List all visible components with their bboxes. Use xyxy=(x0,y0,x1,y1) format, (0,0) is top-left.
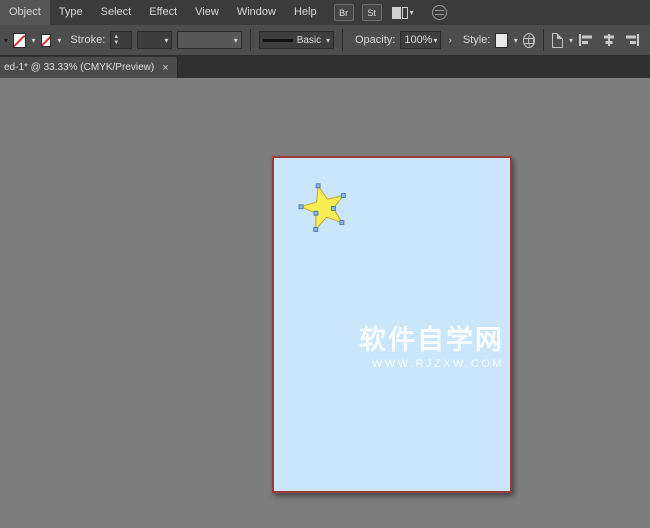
style-chevron-icon[interactable]: ▾ xyxy=(514,36,518,45)
chevron-down-icon: ▾ xyxy=(234,36,238,45)
close-icon[interactable]: × xyxy=(162,62,168,74)
opacity-dropdown[interactable]: 100% ▾ xyxy=(400,31,441,49)
panel-menu-arrow-icon[interactable]: ▾ xyxy=(4,36,8,45)
globe-icon[interactable] xyxy=(523,33,535,48)
control-bar: ▾ ▾ ▾ Stroke: ▲ ▼ ▾ ▾ Basic ▾ Opacity: 1… xyxy=(0,25,650,56)
stroke-label: Stroke: xyxy=(70,34,105,46)
document-setup-icon[interactable] xyxy=(552,33,563,48)
opacity-panel-arrow[interactable]: › xyxy=(446,35,453,46)
chevron-down-icon: ▾ xyxy=(410,9,414,17)
divider xyxy=(342,29,343,51)
align-left-icon[interactable] xyxy=(578,33,594,47)
watermark-url: WWW.RJZXW.COM xyxy=(359,358,504,370)
fill-chevron-icon[interactable]: ▾ xyxy=(32,36,36,45)
watermark: 软件自学网 WWW.RJZXW.COM xyxy=(359,326,504,370)
stroke-weight-stepper[interactable]: ▲ ▼ xyxy=(110,31,132,49)
document-chevron-icon[interactable]: ▾ xyxy=(569,36,573,45)
align-buttons xyxy=(578,33,646,47)
stroke-chevron-icon[interactable]: ▾ xyxy=(57,36,61,45)
chevron-down-icon: ▾ xyxy=(164,36,168,45)
chevron-down-icon: ▾ xyxy=(326,36,330,45)
stroke-swatch[interactable] xyxy=(41,34,52,47)
brush-definition-dropdown[interactable]: Basic ▾ xyxy=(259,31,334,49)
canvas-area[interactable]: 软件自学网 WWW.RJZXW.COM xyxy=(0,78,650,528)
document-tab-title: ed-1* @ 33.33% (CMYK/Preview) xyxy=(4,62,154,73)
graphic-style-swatch[interactable] xyxy=(495,33,507,48)
menu-effect[interactable]: Effect xyxy=(140,0,186,25)
workspace-switcher[interactable]: ▾ xyxy=(392,7,414,19)
star-shape[interactable] xyxy=(296,182,354,234)
divider xyxy=(250,29,251,51)
stroke-weight-dropdown[interactable]: ▾ xyxy=(137,31,172,49)
menu-object[interactable]: Object xyxy=(0,0,50,25)
divider xyxy=(543,29,544,51)
fill-swatch[interactable] xyxy=(13,33,25,48)
align-right-icon[interactable] xyxy=(624,33,640,47)
workspace-icon xyxy=(392,7,408,19)
bridge-button[interactable]: Br xyxy=(334,4,354,21)
opacity-label: Opacity: xyxy=(355,34,395,46)
brush-stroke-preview xyxy=(263,39,293,42)
align-center-icon[interactable] xyxy=(601,33,617,47)
menu-type[interactable]: Type xyxy=(50,0,92,25)
star-polygon[interactable] xyxy=(301,186,343,230)
share-icon[interactable] xyxy=(432,5,447,20)
style-label: Style: xyxy=(463,34,491,46)
menu-window[interactable]: Window xyxy=(228,0,285,25)
menu-view[interactable]: View xyxy=(186,0,228,25)
document-tab-bar: ed-1* @ 33.33% (CMYK/Preview) × xyxy=(0,56,650,78)
opacity-value: 100% xyxy=(404,34,432,46)
document-tab[interactable]: ed-1* @ 33.33% (CMYK/Preview) × xyxy=(0,57,178,78)
artboard[interactable]: 软件自学网 WWW.RJZXW.COM xyxy=(272,156,512,493)
menu-select[interactable]: Select xyxy=(92,0,141,25)
menu-help[interactable]: Help xyxy=(285,0,326,25)
brush-name: Basic xyxy=(297,35,321,46)
chevron-down-icon: ▾ xyxy=(433,36,437,45)
menu-bar: Object Type Select Effect View Window He… xyxy=(0,0,650,25)
watermark-title: 软件自学网 xyxy=(359,326,504,356)
stock-button[interactable]: St xyxy=(362,4,382,21)
stepper-down-icon[interactable]: ▼ xyxy=(113,40,119,46)
width-profile-dropdown[interactable]: ▾ xyxy=(177,31,241,49)
